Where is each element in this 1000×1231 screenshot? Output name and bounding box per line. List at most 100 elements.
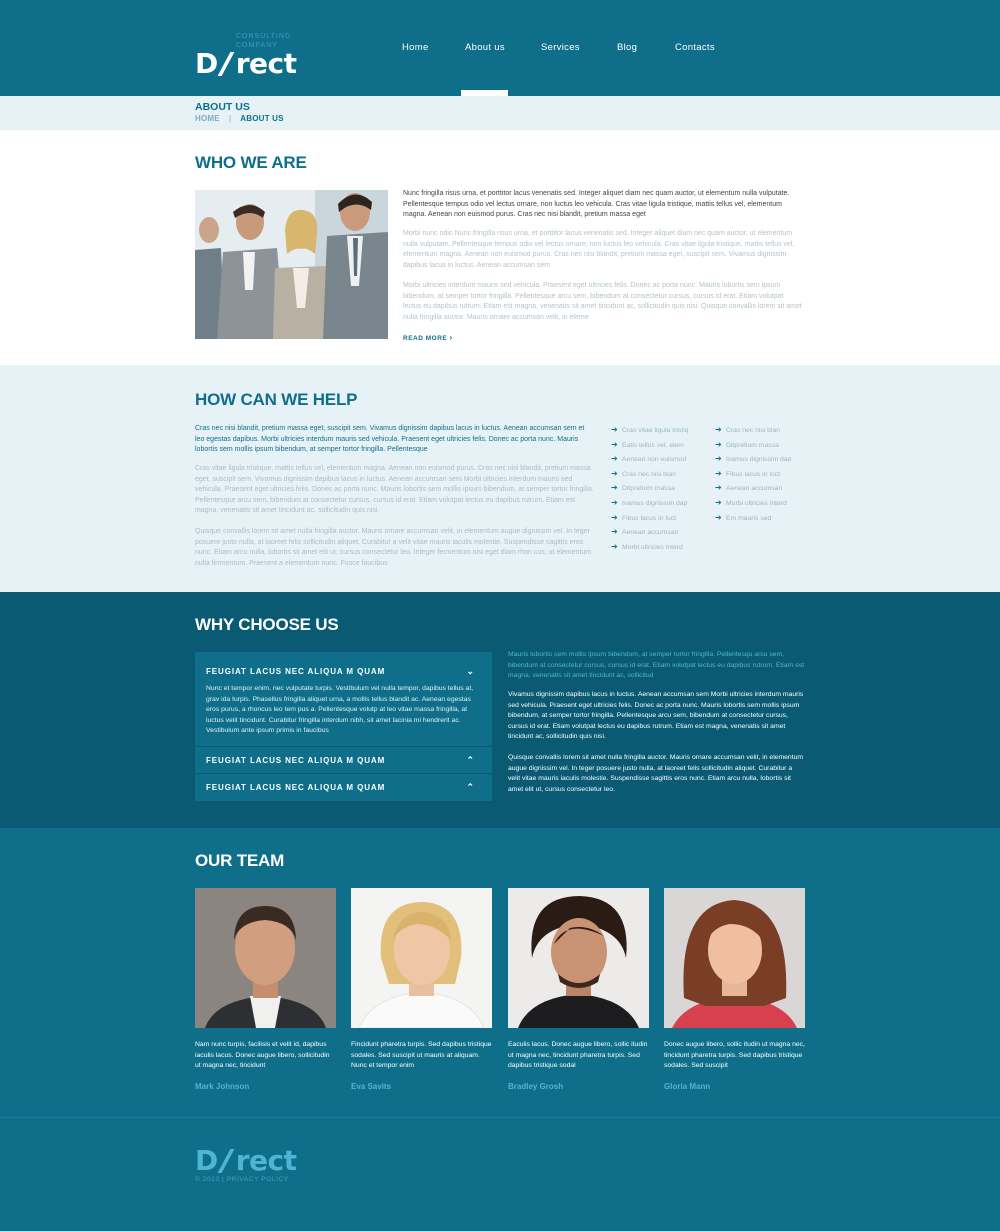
arrow-right-icon: ➔ — [611, 497, 618, 507]
help-list-label: Cras nec nisi blan — [622, 470, 677, 478]
help-list-item: ➔ Ditpretium massa — [715, 439, 791, 454]
logo-pen-icon — [218, 51, 236, 77]
who-we-are-heading: WHO WE ARE — [195, 153, 307, 172]
help-paragraph-1: Cras vitae ligula tristique, mattis tell… — [195, 465, 594, 514]
arrow-right-icon: ➔ — [715, 439, 722, 449]
site-header: CONSULTING COMPANY Drect Home About us S… — [0, 0, 1000, 96]
help-list-label: Em mauris sed — [726, 514, 772, 522]
nav-services[interactable]: Services — [541, 0, 617, 96]
nav-blog[interactable]: Blog — [617, 0, 675, 96]
accordion-header-3[interactable]: FEUGIAT LACUS NEC ALIQUA M QUAM ⌃ — [195, 774, 492, 801]
why-text-2: Vivamus dignissim dapibus lacus in luctu… — [508, 691, 804, 740]
arrow-right-icon: ➔ — [611, 425, 618, 434]
arrow-right-icon: ➔ — [715, 425, 722, 434]
logo-letters: rect — [235, 47, 297, 80]
nav-about-us[interactable]: About us — [461, 0, 541, 96]
nav-home[interactable]: Home — [402, 0, 465, 96]
arrow-right-icon: ➔ — [611, 439, 618, 449]
help-list-item: ➔ Aenean non euismod — [611, 453, 688, 468]
help-list-item: ➔ Eatis tellus vel, elem — [611, 439, 688, 454]
help-list-item: ➔ Aenean accumsan — [611, 526, 688, 541]
who-paragraph-3: Morbi ultricies interdum mauris sed vehi… — [403, 282, 802, 321]
team-heading: OUR TEAM — [195, 851, 285, 870]
nav-contacts[interactable]: Contacts — [675, 0, 735, 96]
help-list-2: ➔ Cras nec nisi blan ➔ Ditpretium massa ➔ Iva… — [715, 424, 791, 526]
breadcrumb: HOME | ABOUT US — [195, 114, 284, 123]
page: CONSULTING COMPANY Drect Home About us S… — [0, 0, 1000, 1231]
arrow-right-icon: ➔ — [715, 454, 722, 464]
help-list-label: Ditpretium massa — [726, 441, 779, 449]
help-list-item: ➔ Aenean accumsan — [715, 482, 791, 497]
arrow-right-icon: ➔ — [611, 527, 618, 537]
group-photo-illustration — [195, 190, 388, 339]
arrow-right-icon: ➔ — [611, 454, 618, 464]
help-list-item: ➔ Ivamus dignissim dap — [611, 497, 688, 512]
help-list-item: ➔ Fibus lacus in luct — [611, 512, 688, 527]
portrait-gloria-mann — [664, 888, 805, 1028]
footer-pen-icon — [218, 1148, 236, 1174]
team-member-photo — [664, 888, 805, 1028]
why-heading: WHY CHOOSE US — [195, 615, 339, 634]
accordion-title-3: FEUGIAT LACUS NEC ALIQUA M QUAM — [206, 783, 386, 792]
help-list-item: ➔ Morbi ultricies interd — [715, 497, 791, 512]
help-list-label: Cras nec nisi blan — [726, 427, 781, 434]
help-list-label: Aenean accumsan — [622, 529, 679, 537]
team-member-photo — [195, 888, 336, 1028]
help-list-label: Aenean non euismod — [622, 456, 687, 464]
footer-logo-letter-d: D — [195, 1144, 218, 1177]
help-list-item: ➔ Cras vitae ligula tristiq — [611, 424, 688, 439]
help-list-1: ➔ Cras vitae ligula tristiq ➔ Eatis tellus … — [611, 424, 688, 555]
logo-wordmark: Drect — [195, 47, 297, 81]
team-member-card: Nam nunc turpis, facilisis et velit id, … — [195, 888, 336, 1091]
footer-logo-letters: rect — [235, 1144, 297, 1177]
arrow-right-icon: ➔ — [715, 468, 722, 478]
team-member-name[interactable]: Mark Johnson — [195, 1082, 336, 1091]
accordion-body-1: Nunc et tempor enim, nec vulputate turpi… — [206, 685, 474, 734]
accordion-title-2: FEUGIAT LACUS NEC ALIQUA M QUAM — [206, 756, 386, 765]
help-list-item: ➔ Fibus lacus in luct — [715, 468, 791, 483]
site-footer — [0, 1117, 1000, 1231]
team-member-name[interactable]: Bradley Grosh — [508, 1082, 649, 1091]
arrow-right-icon: ➔ — [611, 483, 618, 493]
why-text-1: Mauris lobortis sem mollis ipsum bibendu… — [508, 651, 805, 679]
help-paragraph-2: Quisque convallis lorem sit amet nulla f… — [195, 528, 592, 567]
help-list-label: Ivamus dignissim dap — [726, 456, 792, 464]
team-member-name[interactable]: Gloria Mann — [664, 1082, 805, 1091]
arrow-right-icon: ➔ — [715, 497, 722, 507]
help-list-item: ➔ Cras nec nisi blan — [611, 468, 688, 483]
breadcrumb-current: ABOUT US — [240, 114, 284, 123]
page-title-band: ABOUT US HOME | ABOUT US — [0, 96, 1000, 130]
help-list-item: ➔ Ivamus dignissim dap — [715, 453, 791, 468]
who-paragraph-1: Nunc fringilla risus urna, et porttitor … — [403, 190, 790, 218]
help-list-label: Eatis tellus vel, elem — [622, 441, 684, 449]
help-list-label: Fibus lacus in luct — [726, 470, 781, 478]
team-member-name[interactable]: Eva Savits — [351, 1082, 492, 1091]
main-nav: Home About us Services Blog Contacts — [386, 0, 735, 96]
footer-logo[interactable]: Drect — [195, 1144, 297, 1178]
help-list-item: ➔ Ditpretium massa — [611, 482, 688, 497]
team-member-card: Eaculis lacus. Donec augue libero, solli… — [508, 888, 649, 1091]
help-list-label: Aenean accumsan — [726, 485, 783, 493]
logo[interactable]: CONSULTING COMPANY Drect — [195, 28, 305, 80]
accordion-header-1[interactable]: FEUGIAT LACUS NEC ALIQUA M QUAM ⌄ — [195, 658, 492, 685]
logo-tagline-line-1: CONSULTING — [236, 33, 292, 40]
page-title: ABOUT US — [195, 101, 250, 113]
arrow-right-icon: ➔ — [611, 541, 618, 551]
help-heading: HOW CAN WE HELP — [195, 390, 358, 409]
copyright: © 2013 | PRIVACY POLICY — [195, 1176, 289, 1183]
help-list-item: ➔ Cras nec nisi blan — [715, 424, 791, 439]
accordion-header-2[interactable]: FEUGIAT LACUS NEC ALIQUA M QUAM ⌃ — [195, 747, 492, 774]
team-section — [0, 828, 1000, 1118]
team-group-photo — [195, 190, 388, 339]
arrow-right-icon: ➔ — [715, 483, 722, 493]
read-more-label: READ MORE — [403, 335, 448, 342]
chevron-right-icon: › — [449, 333, 453, 342]
portrait-mark-johnson — [195, 888, 336, 1028]
team-member-bio: Donec augue libero, sollic itudin ut mag… — [664, 1041, 805, 1069]
help-list-item: ➔ Morbi ultricies interd — [611, 541, 688, 556]
breadcrumb-home[interactable]: HOME — [195, 114, 220, 123]
breadcrumb-separator: | — [228, 114, 232, 123]
help-list-label: Morbi ultricies interd — [726, 499, 787, 507]
accordion-title-1: FEUGIAT LACUS NEC ALIQUA M QUAM — [206, 667, 386, 676]
read-more-link[interactable]: READ MORE › — [403, 333, 453, 342]
